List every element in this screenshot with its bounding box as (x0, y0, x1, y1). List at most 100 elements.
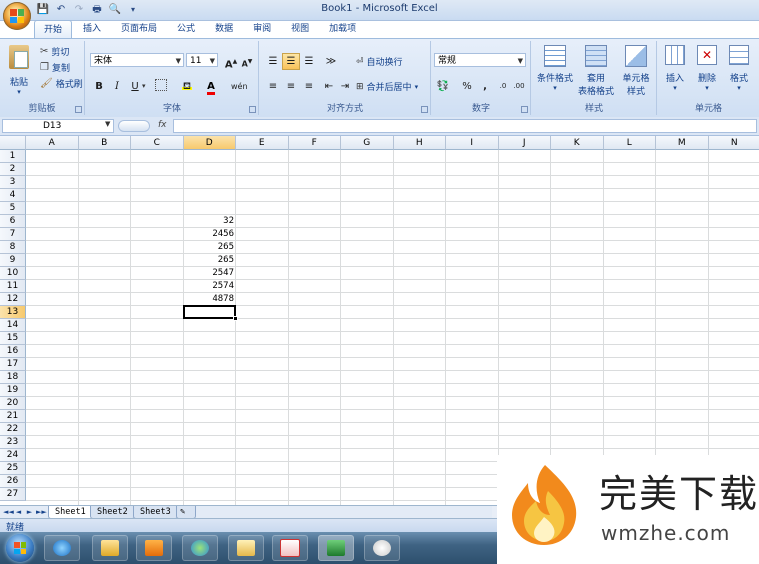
comma-button[interactable]: , (476, 78, 494, 95)
column-header-e[interactable]: E (236, 136, 289, 150)
tab-home[interactable]: 开始 (34, 20, 73, 39)
taskbar-explorer[interactable] (92, 535, 128, 561)
column-header-m[interactable]: M (656, 136, 709, 150)
column-header-j[interactable]: J (498, 136, 551, 150)
print-icon[interactable]: 🖶 (90, 4, 104, 16)
office-button[interactable] (3, 2, 31, 30)
prev-sheet-button[interactable]: ◄ (14, 507, 23, 517)
redo-icon[interactable]: ↷ (72, 4, 86, 16)
cell-d10[interactable]: 2547 (184, 267, 237, 280)
clipboard-launcher-icon[interactable] (75, 106, 82, 113)
italic-button[interactable]: I (108, 78, 126, 95)
column-header-g[interactable]: G (341, 136, 394, 150)
row-header-13[interactable]: 13 (0, 306, 26, 319)
column-header-c[interactable]: C (131, 136, 184, 150)
row-header-21[interactable]: 21 (0, 410, 26, 423)
tab-review[interactable]: 审阅 (244, 20, 280, 38)
row-header-23[interactable]: 23 (0, 436, 26, 449)
column-header-f[interactable]: F (288, 136, 341, 150)
row-header-25[interactable]: 25 (0, 462, 26, 475)
first-sheet-button[interactable]: ◄◄ (3, 507, 14, 517)
underline-dropdown-icon[interactable]: ▾ (142, 82, 146, 90)
tab-insert[interactable]: 插入 (74, 20, 110, 38)
fill-color-button[interactable]: ⛾ (178, 78, 196, 95)
taskbar-outlook[interactable] (228, 535, 264, 561)
formula-input[interactable] (173, 119, 757, 133)
cell-d11[interactable]: 2574 (184, 280, 237, 293)
column-header-k[interactable]: K (551, 136, 604, 150)
taskbar-messenger[interactable] (182, 535, 218, 561)
row-header-26[interactable]: 26 (0, 475, 26, 488)
format-painter-button[interactable]: 🖌 格式刷 (40, 77, 83, 90)
column-header-l[interactable]: L (603, 136, 656, 150)
align-left-button[interactable]: ≡ (264, 78, 282, 95)
taskbar-excel[interactable] (318, 535, 354, 561)
row-header-10[interactable]: 10 (0, 267, 26, 280)
cell-d8[interactable]: 265 (184, 241, 237, 254)
print-preview-icon[interactable]: 🔍 (108, 4, 122, 16)
tab-addins[interactable]: 加载项 (320, 20, 365, 38)
conditional-format-button[interactable]: 条件格式 ▾ (536, 45, 574, 92)
select-all-button[interactable] (0, 136, 26, 150)
cell-styles-button[interactable]: 单元格 样式 (618, 45, 654, 97)
row-header-5[interactable]: 5 (0, 202, 26, 215)
column-header-h[interactable]: H (393, 136, 446, 150)
copy-button[interactable]: ❐ 复制 (40, 61, 70, 74)
align-bottom-button[interactable]: ☰ (300, 53, 318, 70)
undo-icon[interactable]: ↶ (54, 4, 68, 16)
tab-page-layout[interactable]: 页面布局 (112, 20, 166, 38)
align-right-button[interactable]: ≡ (300, 78, 318, 95)
row-header-9[interactable]: 9 (0, 254, 26, 267)
align-middle-button[interactable]: ☰ (282, 53, 300, 70)
row-header-18[interactable]: 18 (0, 371, 26, 384)
align-center-button[interactable]: ≡ (282, 78, 300, 95)
row-header-3[interactable]: 3 (0, 176, 26, 189)
font-color-button[interactable]: A (202, 78, 220, 95)
save-icon[interactable]: 💾 (36, 4, 50, 16)
taskbar-ie[interactable] (44, 535, 80, 561)
font-name-combo[interactable]: 宋体 ▼ (90, 53, 184, 67)
taskbar-paint[interactable] (364, 535, 400, 561)
tab-formulas[interactable]: 公式 (168, 20, 204, 38)
column-header-n[interactable]: N (708, 136, 759, 150)
row-header-1[interactable]: 1 (0, 150, 26, 163)
worksheet-grid[interactable]: ABCDEFGHIJKLMN 1 2 3 4 5 6 7 8 9 10 11 12 13 14 15 16 17… (0, 136, 759, 505)
format-cells-button[interactable]: 格式 ▾ (724, 45, 754, 92)
alignment-launcher-icon[interactable] (421, 106, 428, 113)
row-header-14[interactable]: 14 (0, 319, 26, 332)
cell-d7[interactable]: 2456 (184, 228, 237, 241)
merge-center-button[interactable]: ⊞ 合并后居中 ▾ (356, 80, 418, 94)
format-as-table-button[interactable]: 套用 表格格式 (576, 45, 616, 97)
row-header-27[interactable]: 27 (0, 488, 26, 501)
currency-button[interactable]: 💱 (434, 78, 452, 95)
column-header-a[interactable]: A (26, 136, 79, 150)
cell-d9[interactable]: 265 (184, 254, 237, 267)
tab-data[interactable]: 数据 (206, 20, 242, 38)
row-header-12[interactable]: 12 (0, 293, 26, 306)
decrease-decimal-button[interactable]: .00 (510, 78, 528, 95)
bold-button[interactable]: B (90, 78, 108, 95)
increase-indent-button[interactable]: ⇥ (336, 78, 354, 95)
orientation-button[interactable]: ≫ (322, 53, 340, 70)
paste-button[interactable]: 粘贴 ▾ (6, 45, 32, 96)
last-sheet-button[interactable]: ►► (36, 507, 47, 517)
row-header-24[interactable]: 24 (0, 449, 26, 462)
next-sheet-button[interactable]: ► (25, 507, 34, 517)
row-header-2[interactable]: 2 (0, 163, 26, 176)
shrink-font-button[interactable]: A▼ (238, 53, 256, 70)
row-header-20[interactable]: 20 (0, 397, 26, 410)
taskbar-acrobat[interactable] (272, 535, 308, 561)
row-header-11[interactable]: 11 (0, 280, 26, 293)
delete-cells-button[interactable]: ✕ 删除 ▾ (692, 45, 722, 92)
align-top-button[interactable]: ☰ (264, 53, 282, 70)
font-size-combo[interactable]: 11 ▼ (186, 53, 218, 67)
column-header-i[interactable]: I (446, 136, 499, 150)
borders-button[interactable] (152, 78, 170, 95)
wrap-text-button[interactable]: ⏎ 自动换行 (356, 55, 403, 69)
percent-button[interactable]: % (458, 78, 476, 95)
customize-qat-icon[interactable]: ▾ (126, 4, 140, 16)
name-box[interactable]: D13 (2, 119, 114, 133)
row-header-4[interactable]: 4 (0, 189, 26, 202)
taskbar-media-player[interactable] (136, 535, 172, 561)
row-header-8[interactable]: 8 (0, 241, 26, 254)
